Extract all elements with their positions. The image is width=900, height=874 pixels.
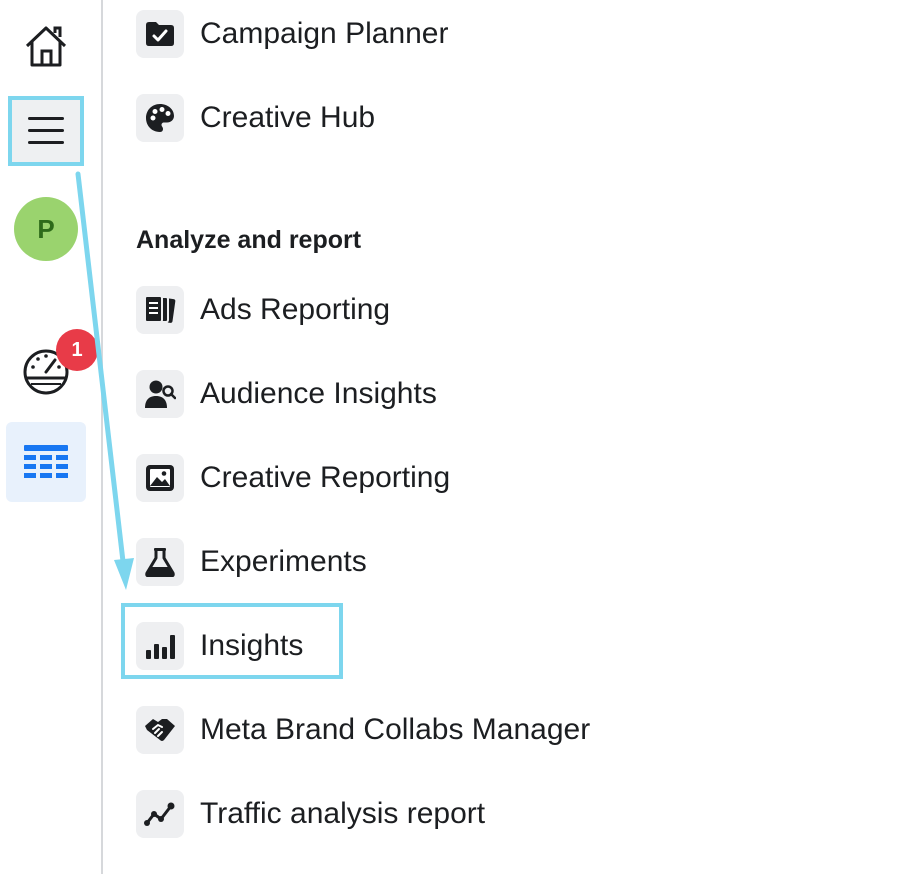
section-heading-analyze-and-report: Analyze and report: [136, 226, 362, 254]
person-search-icon: [136, 370, 184, 418]
hamburger-menu-icon: [28, 117, 64, 144]
menu-item-label: Campaign Planner: [200, 17, 449, 50]
avatar[interactable]: P: [14, 197, 78, 261]
menu-item-ads-reporting[interactable]: Ads Reporting: [136, 285, 390, 335]
notification-badge: 1: [56, 329, 98, 371]
home-button[interactable]: [14, 14, 78, 78]
menu-item-audience-insights[interactable]: Audience Insights: [136, 369, 437, 419]
menu-item-label: Ads Reporting: [200, 293, 391, 326]
bar-chart-icon: [136, 622, 184, 670]
palette-icon: [136, 94, 184, 142]
folder-check-icon: [136, 10, 184, 58]
menu-item-creative-reporting[interactable]: Creative Reporting: [136, 453, 450, 503]
menu-item-label: Audience Insights: [200, 377, 437, 410]
flask-icon: [136, 538, 184, 586]
report-pages-icon: [136, 286, 184, 334]
left-navigation-rail: P 1: [0, 0, 103, 874]
menu-item-campaign-planner[interactable]: Campaign Planner: [136, 9, 448, 59]
menu-item-label: Meta Brand Collabs Manager: [200, 713, 591, 746]
home-icon: [25, 26, 67, 67]
menu-item-meta-brand-collabs-manager[interactable]: Meta Brand Collabs Manager: [136, 705, 590, 755]
avatar-initial: P: [37, 213, 55, 244]
menu-item-label: Creative Hub: [200, 101, 376, 134]
menu-item-label: Creative Reporting: [200, 461, 451, 494]
table-grid-icon: [24, 445, 68, 478]
menu-item-insights[interactable]: Insights: [136, 621, 303, 671]
menu-item-label: Experiments: [200, 545, 367, 578]
handshake-icon: [136, 706, 184, 754]
menu-item-label: Traffic analysis report: [200, 797, 486, 830]
menu-item-label: Insights: [200, 629, 304, 662]
trend-line-icon: [136, 790, 184, 838]
menu-item-experiments[interactable]: Experiments: [136, 537, 367, 587]
image-icon: [136, 454, 184, 502]
menu-item-creative-hub[interactable]: Creative Hub: [136, 93, 375, 143]
menu-item-traffic-analysis-report[interactable]: Traffic analysis report: [136, 789, 485, 839]
all-tools-button[interactable]: [6, 422, 86, 502]
tools-menu: Campaign Planner Creative Hub Analyze an…: [136, 0, 900, 874]
menu-button[interactable]: [8, 96, 84, 166]
